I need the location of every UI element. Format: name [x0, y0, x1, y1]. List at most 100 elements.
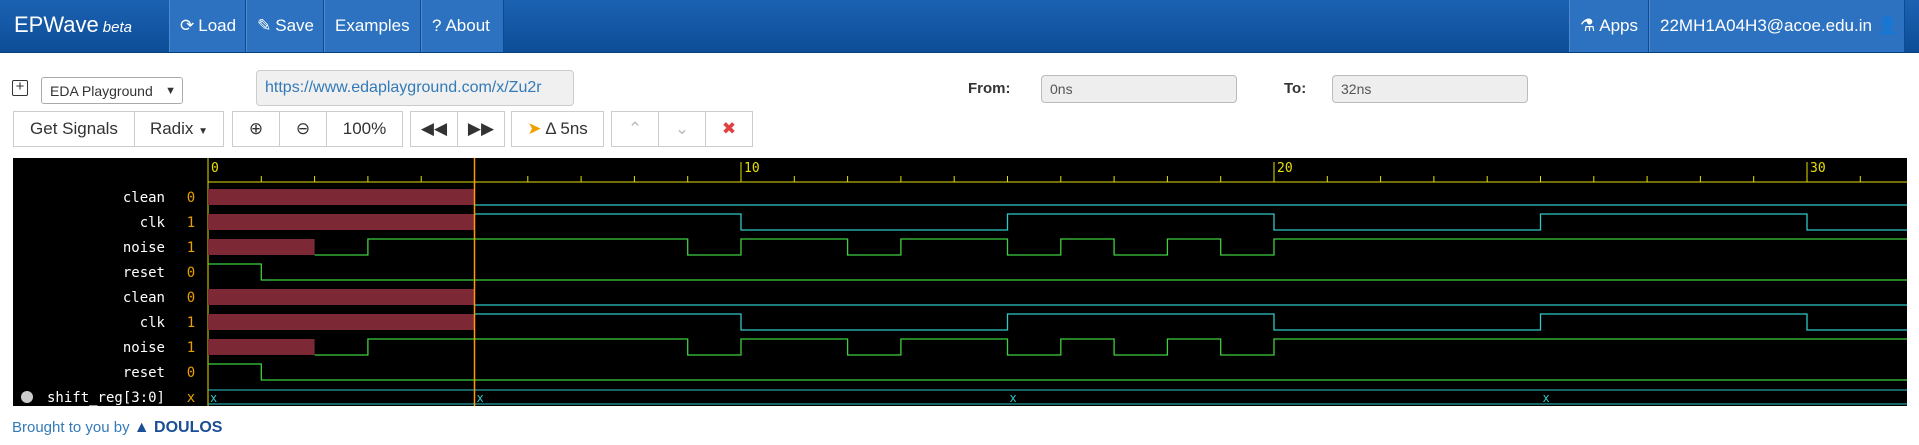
unknown-x-region: [208, 214, 475, 230]
delete-signal-button[interactable]: ✖: [705, 111, 753, 147]
jump-start-button[interactable]: ◀◀: [410, 111, 458, 147]
signal-name: reset: [123, 265, 165, 281]
caret-down-icon: ▼: [198, 126, 209, 137]
time-axis-label: 10: [744, 161, 760, 176]
unknown-x-region: [208, 239, 315, 255]
load-label: Load: [198, 16, 237, 35]
signal-waveform: [314, 338, 1907, 356]
bus-value: x: [210, 391, 217, 405]
user-icon: 👤: [1876, 16, 1899, 35]
zoom-out-button[interactable]: ⊖: [279, 111, 327, 147]
chevron-up-icon: ⌃: [627, 119, 643, 138]
examples-label: Examples: [335, 16, 410, 35]
apps-label: Apps: [1599, 16, 1638, 35]
signal-value: 0: [187, 190, 195, 206]
waveform-viewer[interactable]: 0 10 20 30 clean 0 clk 1 noise 1 reset 0 clean 0 clk 1 n…: [13, 158, 1907, 406]
to-label: To:: [1284, 80, 1307, 97]
load-button[interactable]: ⟳ Load: [169, 0, 246, 52]
signal-waveform: [474, 313, 1907, 331]
signal-value: 0: [187, 365, 195, 381]
radix-label: Radix: [149, 119, 194, 138]
signal-value: 1: [187, 240, 195, 256]
signal-name: clk: [140, 215, 166, 231]
time-axis-bg: [208, 158, 1907, 182]
radix-button[interactable]: Radix ▼: [134, 111, 224, 147]
signal-waveform: [314, 238, 1907, 256]
about-button[interactable]: ? About: [421, 0, 504, 52]
jump-end-button[interactable]: ▶▶: [457, 111, 505, 147]
from-label: From:: [968, 80, 1011, 97]
signal-waveform: [208, 363, 1907, 381]
from-input[interactable]: 0ns: [1041, 75, 1237, 103]
bus-outline: [1007, 389, 1541, 405]
flask-icon: ⚗: [1580, 16, 1596, 35]
signal-name: noise: [123, 340, 165, 356]
name-header-bg: [13, 158, 208, 184]
bus-value: x: [477, 391, 484, 405]
waveform-svg: 0 10 20 30clean 0clk 1noise 1reset 0clean 0clk 1n…: [13, 158, 1907, 406]
signal-value: 1: [187, 315, 195, 331]
signal-value: 1: [187, 215, 195, 231]
brand-logo[interactable]: EPWave beta: [14, 12, 132, 38]
signal-name: reset: [123, 365, 165, 381]
signal-value: 1: [187, 340, 195, 356]
signal-name: clean: [123, 290, 165, 306]
top-navbar: EPWave beta ⟳ Load ✎ Save Examples ? About ⚗…: [0, 0, 1919, 53]
expand-plus-icon[interactable]: +: [12, 79, 28, 96]
source-select[interactable]: EDA Playground ▼: [41, 77, 183, 104]
zoom-out-icon: ⊖: [295, 119, 311, 138]
footer: Brought to you by ▲ DOULOS: [12, 419, 222, 437]
signal-value: x: [187, 390, 195, 406]
signal-name: clk: [140, 315, 166, 331]
chevron-down-icon: ▼: [165, 85, 176, 97]
examples-button[interactable]: Examples: [324, 0, 421, 52]
question-circle-icon: ?: [432, 16, 442, 35]
backward-icon: ◀◀: [420, 119, 448, 138]
unknown-x-region: [208, 314, 475, 330]
doulos-logo[interactable]: ▲ DOULOS: [134, 419, 223, 436]
brand-name: EPWave: [14, 12, 99, 37]
signal-waveform: [474, 213, 1907, 231]
zoom-in-icon: ⊕: [248, 119, 264, 138]
footer-text: Brought to you by: [12, 419, 130, 436]
unknown-x-region: [208, 289, 475, 305]
bus-value: x: [1010, 391, 1017, 405]
zoom-level-button[interactable]: 100%: [326, 111, 403, 147]
source-select-value: EDA Playground: [50, 83, 153, 99]
time-axis-label: 0: [211, 161, 219, 176]
signal-name: shift_reg[3:0]: [47, 390, 165, 406]
unknown-x-region: [208, 189, 475, 205]
get-signals-button[interactable]: Get Signals: [13, 111, 135, 147]
bus-value: x: [1543, 391, 1550, 405]
bus-expand-icon: [21, 391, 33, 403]
forward-icon: ▶▶: [467, 119, 495, 138]
user-email: 22MH1A04H3@acoe.edu.in: [1660, 16, 1872, 35]
close-icon: ✖: [721, 119, 737, 138]
bus-outline: [474, 389, 1008, 405]
user-menu-button[interactable]: 22MH1A04H3@acoe.edu.in 👤: [1649, 0, 1905, 52]
time-axis-label: 30: [1810, 161, 1826, 176]
chevron-down-icon: ⌄: [674, 119, 690, 138]
save-button[interactable]: ✎ Save: [246, 0, 324, 52]
signal-value: 0: [187, 265, 195, 281]
brand-beta: beta: [102, 19, 132, 36]
signal-name: noise: [123, 240, 165, 256]
zoom-in-button[interactable]: ⊕: [232, 111, 280, 147]
save-label: Save: [275, 16, 314, 35]
about-label: About: [445, 16, 490, 35]
signal-value: 0: [187, 290, 195, 306]
move-down-button[interactable]: ⌄: [658, 111, 706, 147]
move-up-button[interactable]: ⌃: [611, 111, 659, 147]
cursor-arrow-icon: ➤: [527, 119, 542, 138]
apps-button[interactable]: ⚗ Apps: [1569, 0, 1649, 52]
refresh-icon: ⟳: [180, 16, 195, 35]
pencil-icon: ✎: [257, 16, 272, 35]
bus-outline: [208, 389, 475, 405]
url-field[interactable]: https://www.edaplayground.com/x/Zu2r: [256, 70, 574, 106]
signal-name: clean: [123, 190, 165, 206]
cursor-delta-button[interactable]: ➤ Δ 5ns: [511, 111, 604, 147]
bus-outline: [1540, 389, 1907, 405]
signal-waveform: [208, 263, 1907, 281]
doulos-logo-text: DOULOS: [154, 419, 223, 436]
to-input[interactable]: 32ns: [1332, 75, 1528, 103]
